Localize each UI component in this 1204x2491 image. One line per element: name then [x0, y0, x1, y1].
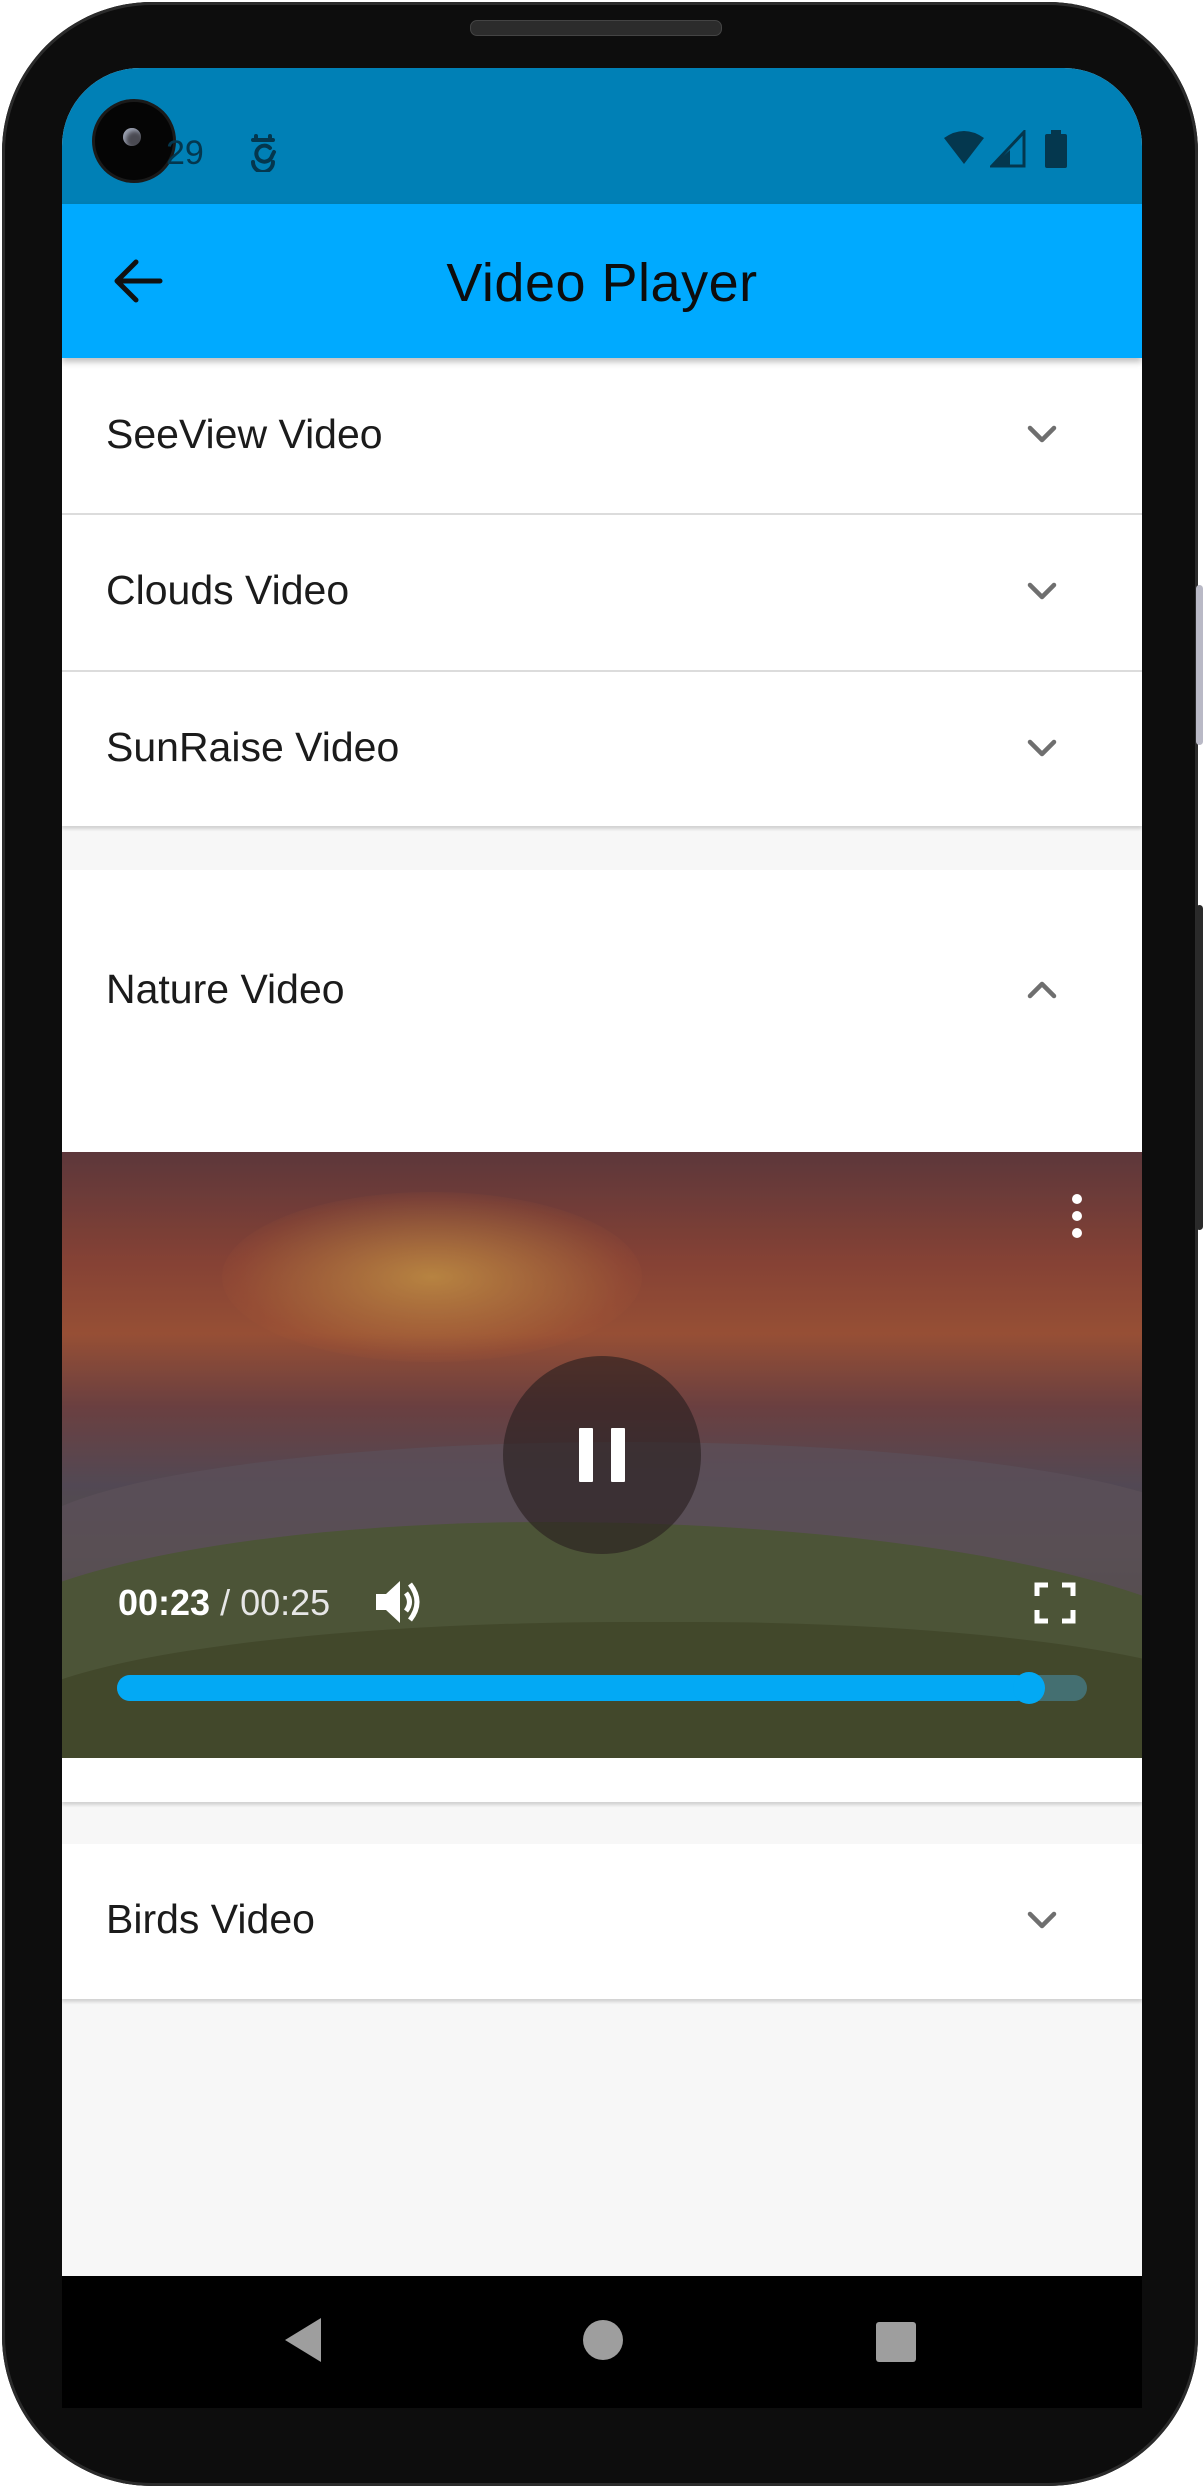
fullscreen-icon[interactable] [1034, 1582, 1076, 1624]
expansion-tile-seeview[interactable]: SeeView Video [62, 358, 1142, 514]
chevron-down-icon[interactable] [1022, 1900, 1062, 1940]
volume-rocker [1196, 905, 1203, 1230]
app-bar: Video Player [62, 204, 1142, 358]
tile-label[interactable]: Nature Video [106, 966, 345, 1013]
system-nav-bar [62, 2276, 1142, 2408]
progress-fill [117, 1675, 1029, 1701]
duration: 00:25 [240, 1582, 331, 1623]
pause-icon [579, 1428, 593, 1482]
tile-label: Birds Video [106, 1896, 315, 1942]
progress-bar[interactable] [117, 1672, 1087, 1704]
power-button [1196, 585, 1203, 745]
time-display: 00:23 / 00:25 [118, 1582, 330, 1624]
expansion-tile-clouds[interactable]: Clouds Video [62, 515, 1142, 670]
earpiece-speaker [470, 20, 722, 36]
more-vert-icon[interactable] [1062, 1192, 1092, 1242]
screen: 29 Video Player SeeView Video Clouds Vid… [62, 68, 1142, 2408]
expansion-tile-sunraise[interactable]: SunRaise Video [62, 672, 1142, 826]
time-separator: / [210, 1582, 241, 1623]
current-time: 00:23 [118, 1582, 211, 1623]
chevron-down-icon[interactable] [1022, 728, 1062, 768]
pause-button[interactable] [503, 1356, 701, 1554]
chevron-down-icon[interactable] [1022, 414, 1062, 454]
nav-back-icon[interactable] [283, 2316, 323, 2364]
cell-signal-icon [990, 130, 1026, 168]
progress-thumb[interactable] [1012, 1672, 1045, 1704]
video-player[interactable]: 00:23 / 00:25 [62, 1152, 1142, 1758]
status-time: 29 [166, 134, 204, 172]
tile-label: SunRaise Video [106, 724, 400, 770]
tile-label: Clouds Video [106, 567, 350, 613]
front-camera [95, 102, 173, 180]
nav-recents-icon[interactable] [876, 2322, 916, 2362]
battery-icon [1045, 130, 1067, 168]
tile-label: SeeView Video [106, 411, 383, 457]
expansion-tile-birds[interactable]: Birds Video [62, 1844, 1142, 1999]
nav-home-icon[interactable] [583, 2320, 623, 2360]
wifi-icon [944, 131, 984, 164]
status-bar: 29 [62, 68, 1142, 204]
chevron-down-icon[interactable] [1022, 571, 1062, 611]
chevron-up-icon[interactable] [1022, 970, 1062, 1010]
page-title: Video Player [446, 253, 758, 313]
volume-up-icon[interactable] [372, 1574, 428, 1630]
sync-status-icon [251, 134, 276, 172]
